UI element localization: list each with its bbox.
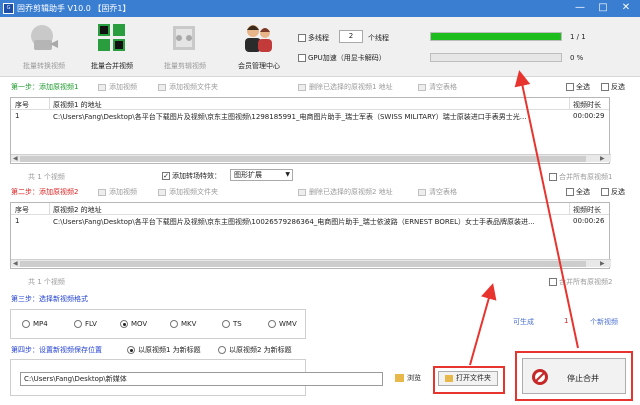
annotation-arrows bbox=[469, 70, 579, 366]
arrow-to-open-folder bbox=[469, 283, 497, 366]
arrow-to-progress bbox=[514, 70, 579, 349]
